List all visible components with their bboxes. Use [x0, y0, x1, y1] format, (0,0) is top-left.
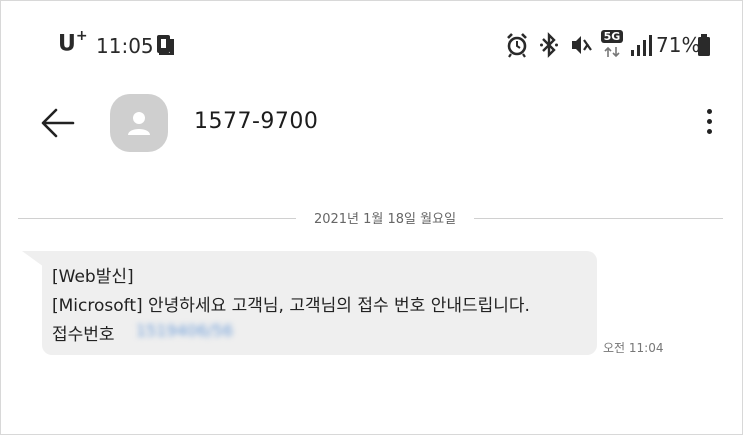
contact-avatar[interactable]	[110, 94, 168, 152]
contact-name[interactable]: 1577-9700	[194, 109, 318, 134]
bubble-tail	[22, 251, 44, 267]
person-icon	[128, 112, 150, 135]
alarm-icon	[507, 33, 527, 58]
date-divider-right	[474, 218, 723, 219]
status-clock: 11:05	[96, 34, 154, 58]
date-divider-left	[18, 218, 296, 219]
message-line-3-label: 접수번호	[52, 325, 115, 345]
message-line-1: [Web발신]	[52, 267, 134, 287]
battery-icon	[698, 34, 710, 56]
dot	[706, 129, 712, 134]
vibrate-mute-icon	[572, 36, 592, 54]
battery-percent: 71%	[656, 33, 701, 57]
dot	[706, 109, 712, 114]
data-arrows-icon	[604, 46, 620, 58]
date-separator: 2021년 1월 18일 월요일	[313, 212, 457, 227]
network-indicator: 5G	[601, 30, 623, 58]
receipt-number-link[interactable]: 1519406/56	[136, 321, 233, 340]
bluetooth-icon	[540, 32, 558, 58]
carrier-label: U+	[58, 28, 88, 57]
network-type-label: 5G	[601, 30, 623, 43]
arrow-left-icon	[41, 108, 75, 138]
status-bar: U+ 11:05 5G 71%	[0, 28, 743, 64]
message-time: 오전 11:04	[603, 341, 664, 355]
back-button[interactable]	[40, 106, 76, 140]
message-line-2: [Microsoft] 안녕하세요 고객님, 고객님의 접수 번호 안내드립니다…	[52, 296, 530, 316]
dot	[706, 119, 712, 124]
signal-icon	[631, 35, 652, 56]
more-options-button[interactable]	[700, 106, 718, 140]
sim-card-icon	[157, 35, 174, 55]
